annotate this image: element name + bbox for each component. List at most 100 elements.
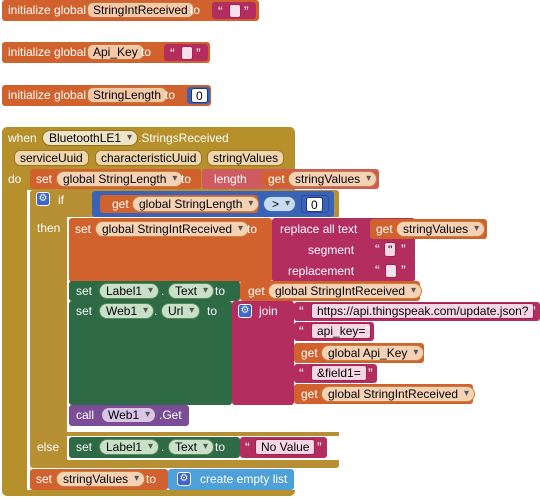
get-label: get (301, 346, 318, 360)
init-label: initialize global (8, 88, 87, 102)
text-field[interactable] (385, 264, 397, 278)
mutator-gear-icon[interactable]: ⚙ (238, 304, 252, 318)
get-label: get (301, 387, 318, 401)
component-dropdown[interactable]: Label1 (99, 283, 160, 299)
length-block[interactable]: length get stringValues (202, 169, 379, 189)
variable-name-field[interactable]: StringLength (87, 87, 168, 103)
operator-dropdown[interactable]: > (263, 196, 297, 212)
get-stringvalues-block[interactable]: get stringValues (262, 171, 378, 187)
text-field[interactable]: api_key= (311, 323, 372, 339)
property-dropdown[interactable]: Url (161, 303, 201, 319)
get-label: get (248, 284, 265, 298)
join-part-text-url[interactable]: “ https://api.thingspeak.com/update.json… (294, 302, 540, 321)
variable-dropdown[interactable]: global StringLength (132, 196, 260, 212)
then-label: then (37, 221, 61, 235)
text-field[interactable]: " (384, 242, 397, 257)
init-global-block-3[interactable]: initialize global StringLength to 0 (2, 85, 211, 106)
close-quote-icon: ” (368, 365, 373, 381)
method-label: .Get (159, 408, 182, 422)
set-label1-text-block[interactable]: set Label1 . Text to (69, 281, 240, 301)
number-block[interactable]: 0 (187, 87, 210, 104)
to-label: to (207, 304, 218, 318)
component-dropdown[interactable]: Web1 (101, 407, 157, 423)
init-global-block-1[interactable]: initialize global StringIntReceived to “… (2, 0, 259, 21)
text-field[interactable] (229, 4, 241, 18)
variable-dropdown[interactable]: global StringIntReceived (321, 386, 476, 402)
text-field[interactable]: https://api.thingspeak.com/update.json? (311, 303, 535, 319)
close-quote-icon: ” (196, 45, 201, 61)
variable-name-field[interactable]: Api_Key (87, 44, 144, 60)
close-quote-icon: ” (401, 262, 406, 278)
empty-text-block[interactable]: “ ” (212, 2, 256, 19)
variable-dropdown[interactable]: global Api_Key (321, 345, 425, 361)
if-label: if (58, 193, 64, 207)
number-block[interactable]: 0 (301, 195, 329, 213)
open-quote-icon: “ (299, 303, 304, 319)
set-web1-url-block[interactable]: set Web1 . Url to (69, 301, 232, 405)
set-stringintreceived-block[interactable]: set global StringIntReceived to (69, 218, 272, 282)
no-value-text-block[interactable]: “ No Value ” (240, 437, 327, 458)
open-quote-icon: “ (299, 365, 304, 381)
join-part-get-stringintreceived[interactable]: get global StringIntReceived (294, 384, 476, 404)
mutator-gear-icon[interactable]: ⚙ (36, 192, 50, 206)
to-label: to (181, 172, 192, 186)
to-label: to (215, 440, 226, 454)
close-quote-icon: ” (365, 323, 370, 339)
component-dropdown[interactable]: Label1 (99, 439, 160, 455)
variable-dropdown[interactable]: global StringLength (56, 171, 184, 187)
set-label1-text-else-block[interactable]: set Label1 . Text to (69, 437, 240, 458)
get-stringintreceived-block[interactable]: get global StringIntReceived (240, 281, 423, 301)
segment-label: segment (308, 243, 355, 257)
get-stringvalues-block[interactable]: get stringValues (370, 219, 487, 239)
text-field[interactable]: No Value (255, 439, 316, 455)
call-web1-get-block[interactable]: call Web1 .Get (69, 405, 189, 426)
to-label: to (165, 88, 176, 102)
join-block[interactable]: ⚙ join (232, 301, 294, 405)
component-dropdown[interactable]: BluetoothLE1 (42, 130, 139, 146)
to-label: to (141, 45, 152, 59)
replacement-label: replacement (288, 264, 355, 278)
set-stringvalues-block[interactable]: set stringValues to (30, 469, 168, 490)
component-dropdown[interactable]: Web1 (99, 303, 155, 319)
event-name-label: .StringsReceived (138, 131, 229, 145)
mutator-gear-icon[interactable]: ⚙ (177, 472, 191, 486)
set-stringlength-block[interactable]: set global StringLength to (30, 169, 201, 189)
variable-dropdown[interactable]: global StringIntReceived (268, 283, 423, 299)
join-part-get-apikey[interactable]: get global Api_Key (294, 343, 425, 363)
open-quote-icon: “ (375, 241, 380, 257)
property-dropdown[interactable]: Text (168, 283, 215, 299)
get-stringlength-block[interactable]: get global StringLength (100, 195, 260, 213)
replacement-text-block[interactable]: “ ” (370, 261, 412, 280)
segment-text-block[interactable]: “ " ” (370, 240, 412, 259)
variable-dropdown[interactable]: stringValues (396, 221, 486, 237)
text-field[interactable]: &field1= (311, 365, 367, 381)
create-empty-list-block[interactable]: ⚙ create empty list (168, 469, 294, 490)
param-stringvalues[interactable]: stringValues (207, 150, 285, 166)
variable-dropdown[interactable]: stringValues (56, 471, 146, 487)
dot-label: . (161, 284, 165, 298)
variable-name-field[interactable]: StringIntReceived (87, 2, 194, 18)
join-part-text-field1[interactable]: “ &field1= ” (294, 364, 377, 383)
join-part-text-apikey[interactable]: “ api_key= ” (294, 322, 374, 341)
property-dropdown[interactable]: Text (168, 439, 215, 455)
close-quote-icon: ” (244, 3, 249, 19)
variable-dropdown[interactable]: stringValues (288, 171, 378, 187)
to-label: to (190, 3, 201, 17)
number-field[interactable]: 0 (306, 197, 323, 212)
param-characteristicuuid[interactable]: characteristicUuid (95, 150, 203, 166)
get-label: get (376, 222, 393, 236)
variable-dropdown[interactable]: global StringIntReceived (95, 221, 250, 237)
param-serviceuuid[interactable]: serviceUuid (14, 150, 89, 166)
open-quote-icon: “ (299, 323, 304, 339)
number-field[interactable]: 0 (191, 88, 208, 103)
else-label: else (37, 440, 60, 454)
to-label: to (247, 222, 258, 236)
text-field[interactable] (181, 46, 193, 60)
to-label: to (146, 472, 157, 486)
compare-block[interactable]: get global StringLength > 0 (92, 191, 334, 217)
empty-text-block[interactable]: “ ” (164, 44, 208, 61)
init-global-block-2[interactable]: initialize global Api_Key to “ ” (2, 42, 210, 63)
open-quote-icon: “ (218, 3, 223, 19)
create-empty-list-label: create empty list (200, 472, 288, 486)
set-label: set (76, 304, 93, 318)
